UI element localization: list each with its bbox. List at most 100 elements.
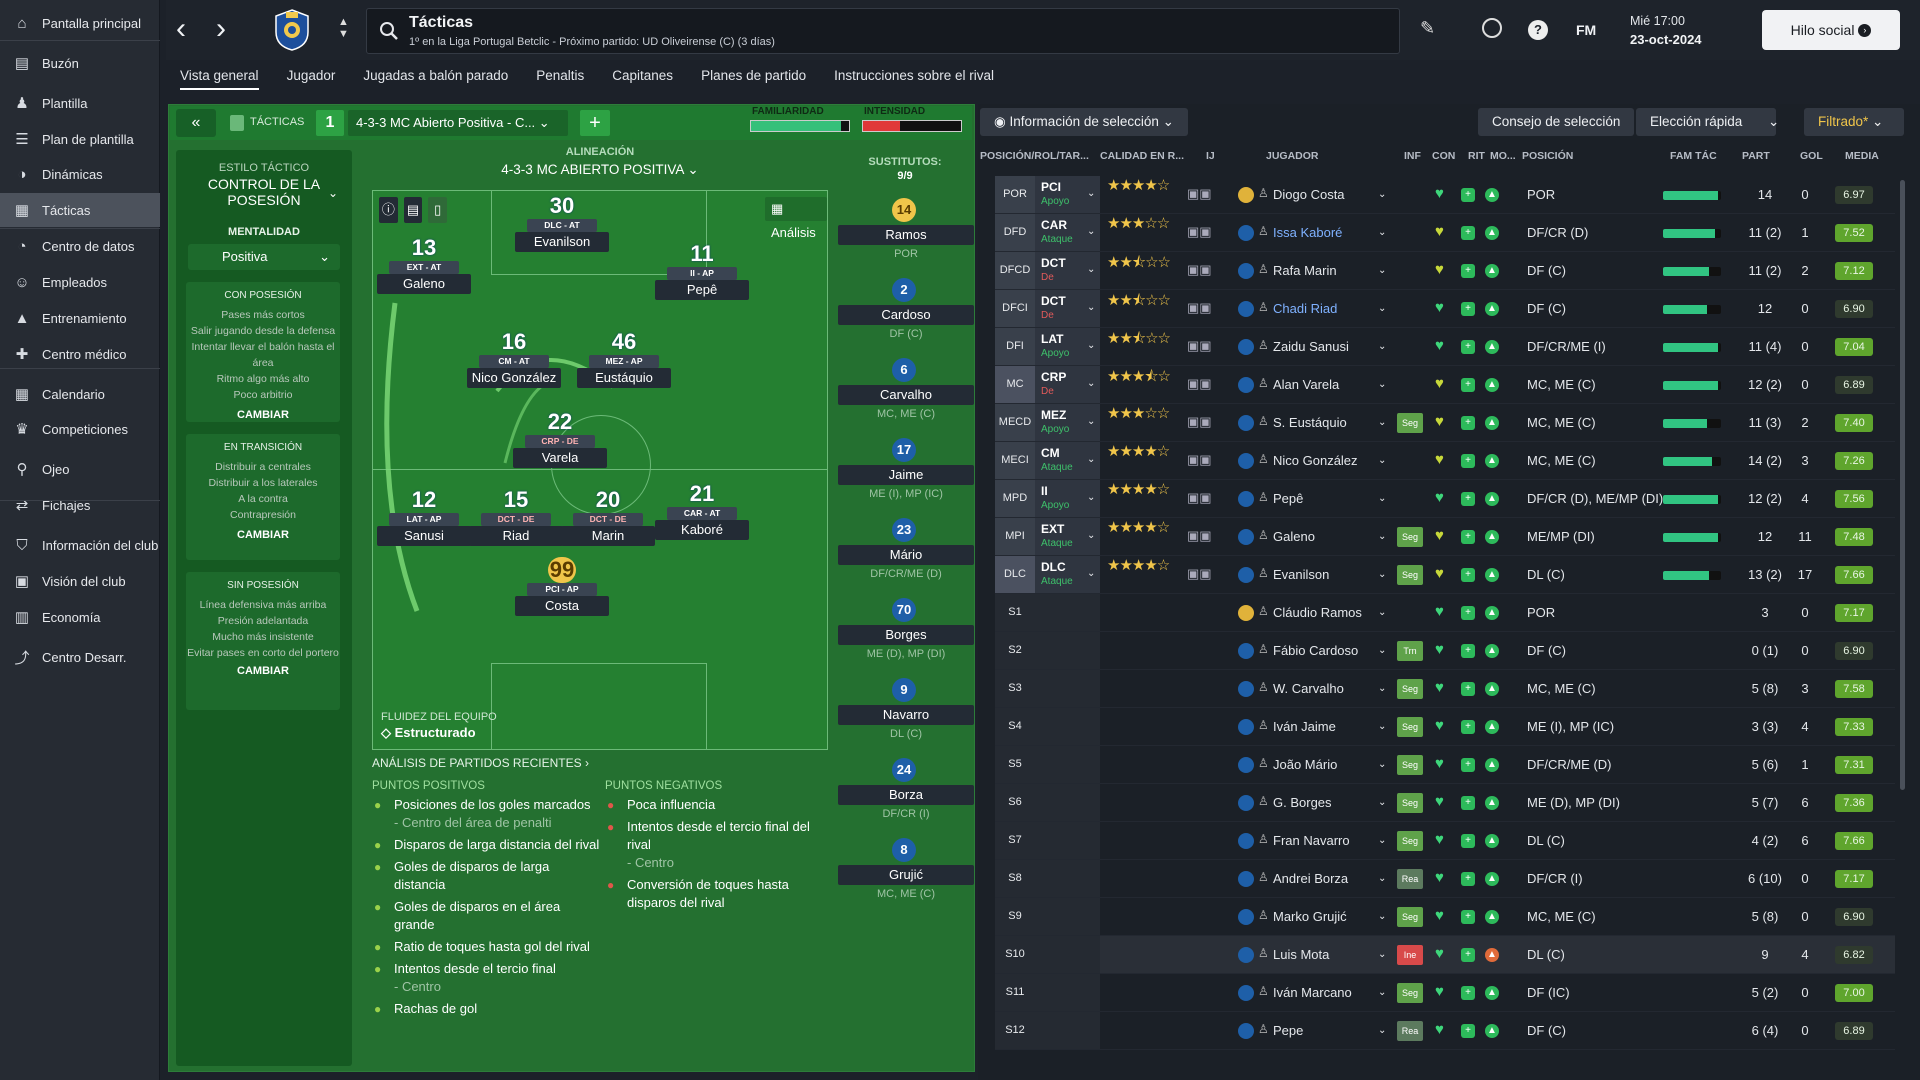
table-row[interactable]: DFD CAR Ataque ⌄ ★★★☆☆ ▣▣ ♙ Issa Kaboré ⌄ ♥ + ▲ DF/C… xyxy=(995,214,1895,252)
role-cell[interactable]: CRP De ⌄ xyxy=(1035,366,1100,403)
chevron-down-icon[interactable]: ⌄ xyxy=(1378,797,1386,808)
table-row[interactable]: S9 ♙ Marko Grujić ⌄ Seg ♥ + ▲ MC, ME (C) 5 (8) 0 6.… xyxy=(995,898,1895,936)
player-name-cell[interactable]: G. Borges xyxy=(1273,784,1332,821)
column-header[interactable]: JUGADOR xyxy=(1266,150,1319,162)
chevron-down-icon[interactable]: ⌄ xyxy=(1378,759,1386,770)
role-cell[interactable] xyxy=(1035,670,1100,707)
table-row[interactable]: DFCI DCT De ⌄ ★★⯪☆☆ ▣▣ ♙ Chadi Riad ⌄ ♥ + ▲ DF (C) 12… xyxy=(995,290,1895,328)
player-chip[interactable]: 21 CAR - AT Kaboré xyxy=(655,481,749,540)
table-row[interactable]: S7 ♙ Fran Navarro ⌄ Seg ♥ + ▲ DL (C) 4 (2) 6 7.66 xyxy=(995,822,1895,860)
sidebar-item-data[interactable]: ◔ Centro de datos xyxy=(0,229,160,263)
tab-3[interactable]: Penaltis xyxy=(536,66,584,90)
sidebar-item-inbox[interactable]: ▤ Buzón xyxy=(0,46,160,80)
column-header[interactable]: IJ xyxy=(1206,150,1215,162)
role-cell[interactable]: CAR Ataque ⌄ xyxy=(1035,214,1100,251)
change-in-transition-button[interactable]: CAMBIAR xyxy=(186,529,340,541)
change-out-of-possession-button[interactable]: CAMBIAR xyxy=(186,665,340,677)
chevron-down-icon[interactable]: ⌄ xyxy=(1378,721,1386,732)
sub-name[interactable]: Jaime xyxy=(838,465,974,485)
sub-name[interactable]: Grujić xyxy=(838,865,974,885)
back-arrow-icon[interactable]: ‹ xyxy=(176,14,186,44)
role-cell[interactable]: DCT De ⌄ xyxy=(1035,290,1100,327)
tab-4[interactable]: Capitanes xyxy=(612,66,673,90)
player-name-cell[interactable]: Iván Marcano xyxy=(1273,974,1352,1011)
scrollbar[interactable] xyxy=(1900,180,1905,790)
column-header[interactable]: MEDIA xyxy=(1845,150,1879,162)
column-header[interactable]: CALIDAD EN R... xyxy=(1100,150,1184,162)
player-name-cell[interactable]: Pepê xyxy=(1273,480,1303,517)
role-cell[interactable] xyxy=(1035,974,1100,1011)
player-name-cell[interactable]: Evanilson xyxy=(1273,556,1329,593)
sub-name[interactable]: Ramos xyxy=(838,225,974,245)
sub-name[interactable]: Carvalho xyxy=(838,385,974,405)
club-switch-icon[interactable]: ▲ ▼ xyxy=(338,16,349,40)
player-name-cell[interactable]: W. Carvalho xyxy=(1273,670,1344,707)
player-name-cell[interactable]: Andrei Borza xyxy=(1273,860,1348,897)
tab-1[interactable]: Jugador xyxy=(287,66,336,90)
table-row[interactable]: POR PCI Apoyo ⌄ ★★★★☆ ▣▣ ♙ Diogo Costa ⌄ ♥ + ▲ POR 14… xyxy=(995,176,1895,214)
player-name-cell[interactable]: Iván Jaime xyxy=(1273,708,1336,745)
chevron-down-icon[interactable]: ⌄ xyxy=(1378,873,1386,884)
table-row[interactable]: S12 ♙ Pepe ⌄ Rea ♥ + ▲ DF (C) 6 (4) 0 6.89 xyxy=(995,1012,1895,1050)
help-icon[interactable]: ? xyxy=(1528,20,1548,40)
player-name-cell[interactable]: Marko Grujić xyxy=(1273,898,1347,935)
tab-5[interactable]: Planes de partido xyxy=(701,66,806,90)
sub-name[interactable]: Borges xyxy=(838,625,974,645)
search-icon[interactable] xyxy=(379,21,399,41)
role-cell[interactable] xyxy=(1035,860,1100,897)
player-chip[interactable]: 99 PCI - AP Costa xyxy=(515,557,609,616)
player-name-cell[interactable]: S. Eustáquio xyxy=(1273,404,1347,441)
sidebar-item-squad-plan[interactable]: ☰ Plan de plantilla xyxy=(0,122,160,156)
player-name-cell[interactable]: Alan Varela xyxy=(1273,366,1339,403)
player-name-cell[interactable]: João Mário xyxy=(1273,746,1337,783)
sidebar-item-dev-centre[interactable]: ⤴ Centro Desarr. xyxy=(0,640,160,674)
column-header[interactable]: INF xyxy=(1404,150,1421,162)
formation-select[interactable]: 4-3-3 MC Abierto Positiva - C... ⌄ xyxy=(348,110,568,136)
chevron-down-icon[interactable]: ⌄ xyxy=(1378,455,1386,466)
quick-pick-button[interactable]: Elección rápida xyxy=(1636,108,1776,136)
role-cell[interactable] xyxy=(1035,632,1100,669)
chevron-down-icon[interactable]: ⌄ xyxy=(1378,341,1386,352)
role-cell[interactable]: II Apoyo ⌄ xyxy=(1035,480,1100,517)
club-crest-icon[interactable] xyxy=(272,8,312,52)
table-row[interactable]: MPI EXT Ataque ⌄ ★★★★☆ ▣▣ ♙ Galeno ⌄ Seg ♥ + ▲ ME/MP … xyxy=(995,518,1895,556)
role-cell[interactable]: LAT Apoyo ⌄ xyxy=(1035,328,1100,365)
sidebar-item-medical[interactable]: ✚ Centro médico xyxy=(0,337,160,371)
chevron-down-icon[interactable]: ⌄ xyxy=(328,186,338,200)
chevron-down-icon[interactable]: ⌄ xyxy=(1378,189,1386,200)
table-row[interactable]: DFCD DCT De ⌄ ★★⯪☆☆ ▣▣ ♙ Rafa Marin ⌄ ♥ + ▲ DF (C) 11… xyxy=(995,252,1895,290)
tab-0[interactable]: Vista general xyxy=(180,66,259,90)
chevron-down-icon[interactable]: ⌄ xyxy=(1378,645,1386,656)
recent-analysis-link[interactable]: ANÁLISIS DE PARTIDOS RECIENTES › xyxy=(372,756,589,770)
player-chip[interactable]: 11 II - AP Pepê xyxy=(655,241,749,300)
sidebar-item-scouting[interactable]: ⚲ Ojeo xyxy=(0,452,160,486)
change-in-possession-button[interactable]: CAMBIAR xyxy=(186,409,340,421)
chevron-down-icon[interactable]: ⌄ xyxy=(1378,987,1386,998)
table-row[interactable]: DLC DLC Ataque ⌄ ★★★★☆ ▣▣ ♙ Evanilson ⌄ Seg ♥ + ▲ DL … xyxy=(995,556,1895,594)
column-header[interactable]: MO... xyxy=(1490,150,1516,162)
player-name-cell[interactable]: Pepe xyxy=(1273,1012,1303,1049)
player-name-cell[interactable]: Diogo Costa xyxy=(1273,176,1345,213)
role-cell[interactable] xyxy=(1035,1012,1100,1049)
table-row[interactable]: MC CRP De ⌄ ★★★⯪☆ ▣▣ ♙ Alan Varela ⌄ ♥ + ▲ MC, ME (C… xyxy=(995,366,1895,404)
player-name-cell[interactable]: Rafa Marin xyxy=(1273,252,1337,289)
social-feed-button[interactable]: Hilo social › xyxy=(1762,10,1900,50)
forward-arrow-icon[interactable]: › xyxy=(216,14,226,44)
role-cell[interactable]: MEZ Apoyo ⌄ xyxy=(1035,404,1100,441)
role-cell[interactable]: CM Ataque ⌄ xyxy=(1035,442,1100,479)
column-header[interactable]: FAM TÁC xyxy=(1670,150,1717,162)
chevron-down-icon[interactable]: ⌄ xyxy=(1378,417,1386,428)
edit-icon[interactable]: ✎ xyxy=(1420,18,1435,39)
sidebar-item-finances[interactable]: ▥ Economía xyxy=(0,600,160,634)
column-header[interactable]: POSICIÓN/ROL/TAR... xyxy=(980,150,1089,162)
chevron-down-icon[interactable]: ⌄ xyxy=(1378,569,1386,580)
chevron-down-icon[interactable]: ⌄ xyxy=(1378,265,1386,276)
mentality-select[interactable]: Positiva ⌄ xyxy=(188,244,340,270)
sub-name[interactable]: Borza xyxy=(838,785,974,805)
chevron-down-icon[interactable]: ⌄ xyxy=(1378,379,1386,390)
filter-button[interactable]: Filtrado* ⌄ xyxy=(1804,108,1904,136)
sidebar-item-calendar[interactable]: ▦ Calendario xyxy=(0,377,160,411)
role-cell[interactable] xyxy=(1035,936,1100,973)
tab-2[interactable]: Jugadas a balón parado xyxy=(363,66,508,90)
role-cell[interactable]: DCT De ⌄ xyxy=(1035,252,1100,289)
